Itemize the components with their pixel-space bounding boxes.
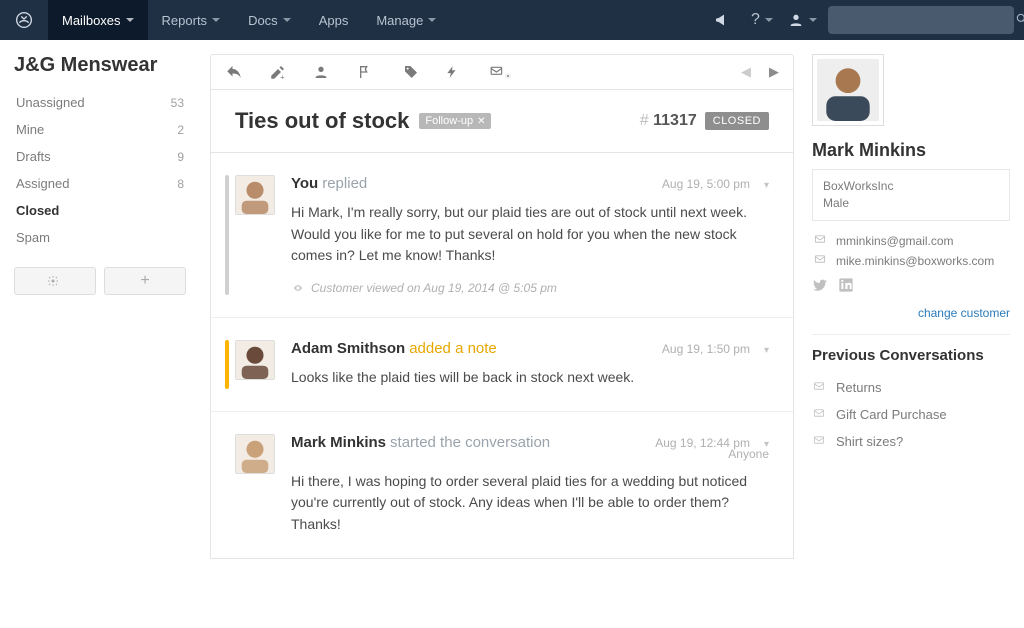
email-icon	[812, 434, 826, 449]
conversation-column: + ◀ ▶ Ties out of stock Follow-up✕ # 113…	[200, 40, 794, 628]
folder-drafts[interactable]: Drafts9	[14, 143, 186, 170]
prev-icon[interactable]: ◀	[741, 64, 751, 80]
folder-assigned[interactable]: Assigned8	[14, 170, 186, 197]
search-box[interactable]	[828, 6, 1014, 34]
announcements-icon[interactable]	[702, 0, 742, 40]
email-icon	[812, 254, 828, 268]
folder-closed[interactable]: Closed	[14, 197, 186, 224]
caret-down-icon	[428, 18, 436, 22]
customer-socials	[812, 277, 1010, 296]
nav-manage[interactable]: Manage	[362, 0, 450, 40]
avatar	[235, 175, 275, 215]
change-customer-link[interactable]: change customer	[812, 306, 1010, 320]
nav-reports[interactable]: Reports	[148, 0, 235, 40]
svg-text:+: +	[280, 73, 285, 82]
message: YourepliedAug 19, 5:00 pm▾Hi Mark, I'm r…	[211, 153, 793, 317]
sidebar-settings-button[interactable]	[14, 267, 96, 295]
next-icon[interactable]: ▶	[769, 64, 779, 80]
message-menu-icon[interactable]: ▾	[764, 345, 769, 356]
customer-info: BoxWorksInc Male	[812, 169, 1010, 221]
help-icon[interactable]: ?	[742, 0, 782, 40]
message: Adam Smithsonadded a noteAug 19, 1:50 pm…	[211, 317, 793, 411]
email-icon	[812, 380, 826, 395]
email-icon	[812, 234, 828, 248]
account-icon[interactable]	[782, 0, 822, 40]
nav-apps[interactable]: Apps	[305, 0, 363, 40]
conversation-subject: Ties out of stock	[235, 108, 409, 134]
caret-down-icon	[283, 18, 291, 22]
ticket-number: # 11317	[640, 112, 697, 130]
avatar	[235, 340, 275, 380]
assign-icon[interactable]	[313, 64, 332, 80]
previous-conversation[interactable]: Shirt sizes?	[812, 428, 1010, 455]
sidebar-add-button[interactable]: +	[104, 267, 186, 295]
conversation-header: Ties out of stock Follow-up✕ # 11317 CLO…	[210, 90, 794, 153]
logo[interactable]	[0, 0, 48, 40]
customer-panel: Mark Minkins BoxWorksInc Male mminkins@g…	[794, 40, 1024, 628]
linkedin-icon[interactable]	[838, 277, 854, 296]
thread: YourepliedAug 19, 5:00 pm▾Hi Mark, I'm r…	[210, 153, 794, 559]
mailbox-title: J&G Menswear	[14, 54, 186, 77]
nav-docs[interactable]: Docs	[234, 0, 305, 40]
caret-down-icon	[765, 18, 773, 22]
status-badge: CLOSED	[705, 112, 769, 130]
top-nav: Mailboxes Reports Docs Apps Manage ?	[0, 0, 1024, 40]
folder-spam[interactable]: Spam	[14, 224, 186, 251]
message: Mark Minkinsstarted the conversationAug …	[211, 411, 793, 558]
message-menu-icon[interactable]: ▾	[764, 180, 769, 191]
tag-badge[interactable]: Follow-up✕	[419, 113, 491, 129]
avatar	[235, 434, 275, 474]
options-icon[interactable]	[488, 64, 515, 80]
note-add-icon[interactable]: +	[269, 63, 287, 81]
caret-down-icon	[126, 18, 134, 22]
email-icon	[812, 407, 826, 422]
customer-email[interactable]: mike.minkins@boxworks.com	[812, 251, 1010, 271]
search-input[interactable]	[838, 7, 1015, 33]
sidebar: J&G Menswear Unassigned53Mine2Drafts9Ass…	[0, 40, 200, 628]
previous-conversations-title: Previous Conversations	[812, 347, 1010, 364]
customer-avatar[interactable]	[812, 54, 884, 126]
reply-icon[interactable]	[225, 63, 243, 81]
tag-icon[interactable]	[403, 64, 419, 80]
workflow-icon[interactable]	[445, 63, 462, 81]
twitter-icon[interactable]	[812, 277, 828, 296]
remove-tag-icon[interactable]: ✕	[477, 116, 485, 127]
caret-down-icon	[809, 18, 817, 22]
previous-conversation[interactable]: Returns	[812, 374, 1010, 401]
previous-conversation[interactable]: Gift Card Purchase	[812, 401, 1010, 428]
caret-down-icon	[212, 18, 220, 22]
folder-mine[interactable]: Mine2	[14, 116, 186, 143]
status-icon[interactable]	[358, 64, 377, 80]
folder-unassigned[interactable]: Unassigned53	[14, 89, 186, 116]
customer-email[interactable]: mminkins@gmail.com	[812, 231, 1010, 251]
nav-mailboxes[interactable]: Mailboxes	[48, 0, 148, 40]
customer-name: Mark Minkins	[812, 140, 1010, 161]
search-icon[interactable]	[1015, 12, 1024, 29]
conversation-toolbar: + ◀ ▶	[210, 54, 794, 90]
